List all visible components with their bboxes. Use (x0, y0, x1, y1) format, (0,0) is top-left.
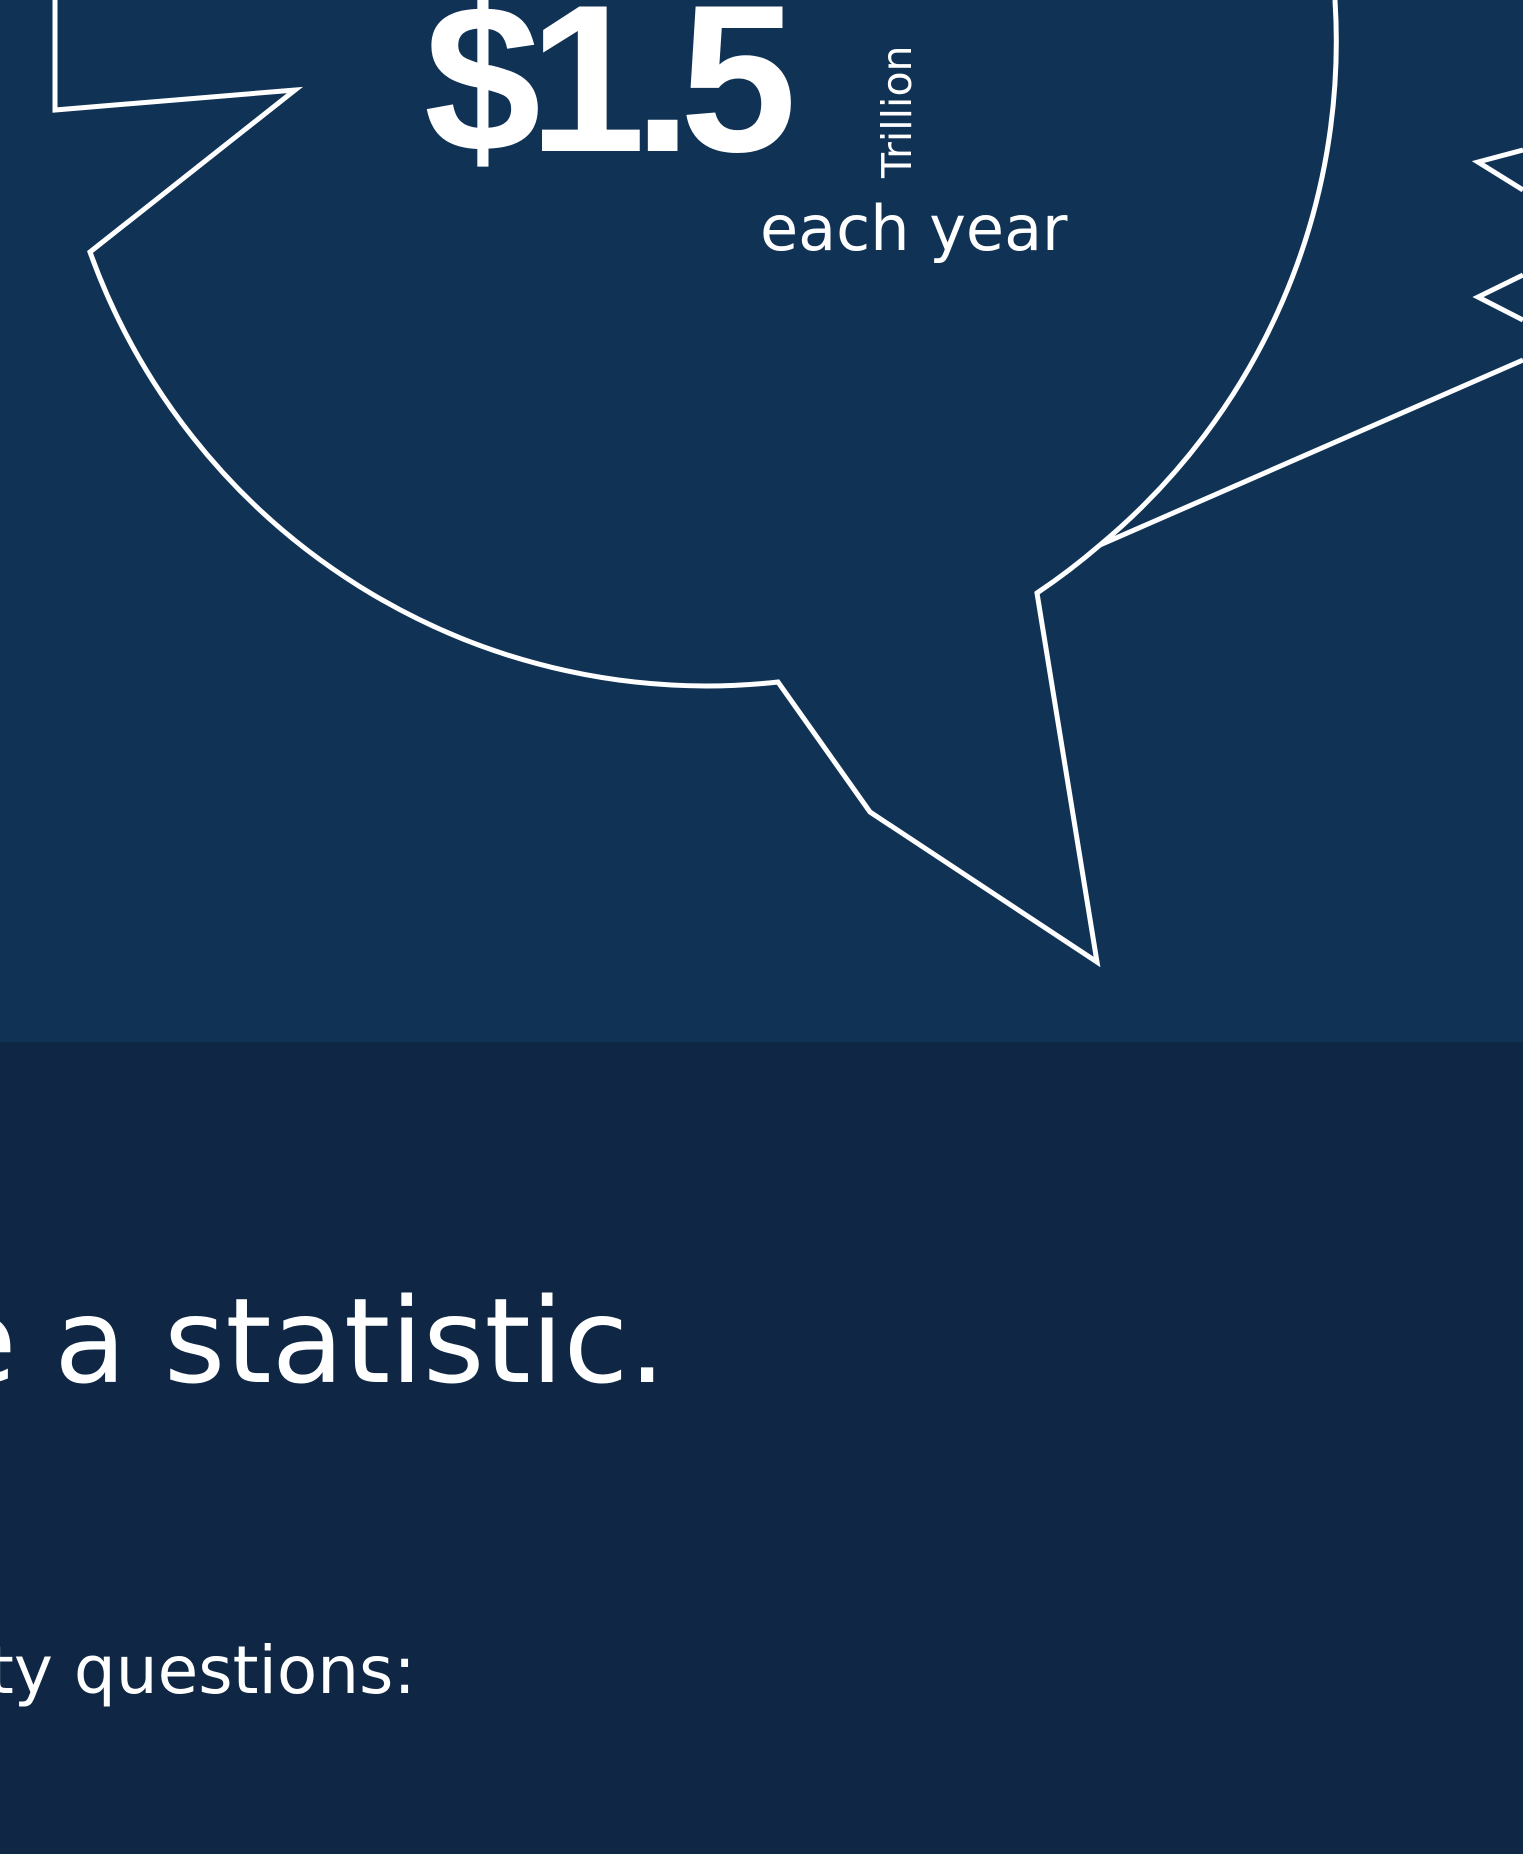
section-heading: e a statistic. (0, 1272, 666, 1410)
section-subtext: ty questions: (0, 1632, 416, 1709)
stat-period-label: each year (760, 192, 1068, 265)
content-section: e a statistic. ty questions: (0, 1042, 1523, 1854)
stat-unit-label: Trillion (873, 45, 921, 178)
stat-value: $1.5 (424, 0, 797, 196)
hero-section: $1.5 Trillion each year (0, 0, 1523, 1042)
